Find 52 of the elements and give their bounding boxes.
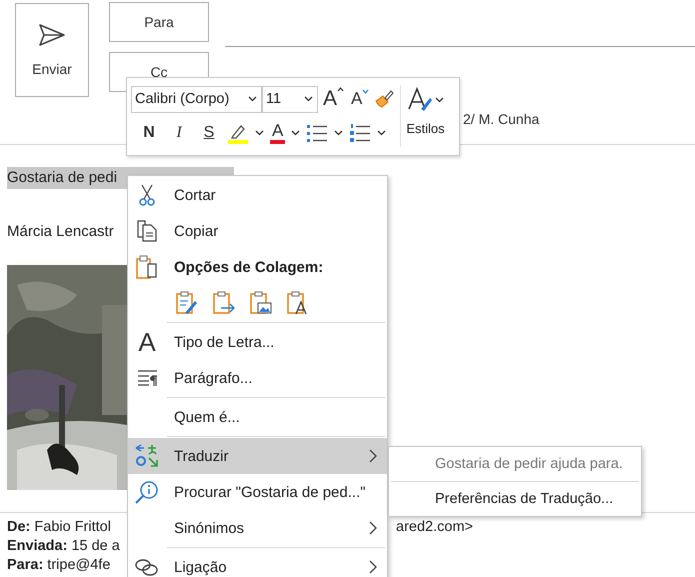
subject-field[interactable]: 2/ M. Cunha xyxy=(463,111,695,127)
caret-icon[interactable] xyxy=(248,96,257,102)
scissors-icon xyxy=(139,184,155,206)
copy-icon xyxy=(136,220,158,242)
grow-font-button[interactable]: A xyxy=(321,87,346,111)
bullet-list-icon[interactable] xyxy=(306,123,328,143)
link-icon xyxy=(135,557,159,577)
styles-label[interactable]: Estilos xyxy=(406,121,445,136)
menu-item[interactable]: Ligação xyxy=(128,549,387,577)
caret-up-icon xyxy=(337,87,344,92)
menu-item[interactable]: Sinónimos xyxy=(128,510,387,546)
translate-icon xyxy=(135,444,159,468)
send-button[interactable]: Enviar xyxy=(15,3,89,97)
caret-icon[interactable] xyxy=(377,130,386,136)
header-line: De: Fabio Frittol xyxy=(7,518,111,537)
caret-down-icon xyxy=(362,89,370,94)
menu-item[interactable]: Preferências de Tradução... xyxy=(391,482,639,516)
smart-lookup-icon xyxy=(135,480,159,504)
recipient-button[interactable]: Para xyxy=(109,2,209,42)
header-line: ared2.com> xyxy=(396,518,473,537)
header-line: Enviada: 15 de a xyxy=(7,537,120,556)
caret-icon[interactable] xyxy=(334,130,344,136)
styles-icon[interactable] xyxy=(407,87,433,113)
format-painter-icon[interactable] xyxy=(374,89,394,109)
italic-button[interactable]: I xyxy=(167,124,191,142)
header-line: Para: tripe@4fe xyxy=(7,556,110,575)
menu-item[interactable]: Parágrafo... xyxy=(128,360,387,396)
paste-picture-icon[interactable] xyxy=(249,291,273,315)
menu-item[interactable]: Procurar "Gostaria de ped..." xyxy=(128,474,387,510)
menu-item[interactable]: Quem é... xyxy=(128,399,387,435)
menu-item[interactable]: Traduzir xyxy=(128,438,387,474)
caret-icon[interactable] xyxy=(291,130,300,136)
font-color-button[interactable]: A xyxy=(270,122,286,144)
clipboard-icon xyxy=(136,255,158,279)
font-icon: A xyxy=(138,329,156,355)
numbered-list-icon[interactable] xyxy=(349,123,372,143)
menu-heading: Opções de Colagem: xyxy=(128,249,387,285)
font-dropdown[interactable]: Calibri (Corpo) xyxy=(131,86,262,112)
bold-button[interactable]: N xyxy=(137,124,161,142)
size-dropdown[interactable]: 11 xyxy=(262,86,318,112)
menu-item[interactable]: Copiar xyxy=(128,213,387,249)
caret-icon[interactable] xyxy=(435,97,444,103)
caret-icon[interactable] xyxy=(255,130,264,136)
signature-name: Márcia Lencastr xyxy=(7,223,114,240)
shrink-font-button[interactable]: A xyxy=(349,89,372,109)
paragraph-icon xyxy=(136,369,158,387)
strikethrough-button[interactable]: S xyxy=(197,124,221,142)
paste-keep-formatting-icon[interactable] xyxy=(175,291,199,315)
paste-merge-icon[interactable] xyxy=(212,291,236,315)
caret-icon[interactable] xyxy=(304,96,313,102)
send-icon xyxy=(38,23,66,47)
menu-item[interactable]: A Tipo de Letra... xyxy=(128,324,387,360)
